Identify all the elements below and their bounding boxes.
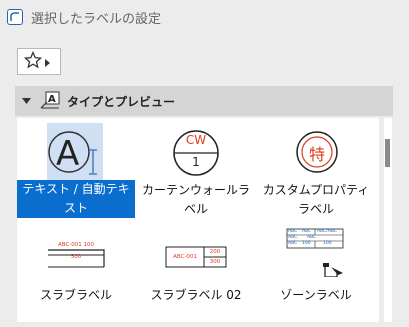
section-title: タイプとプレビュー bbox=[67, 94, 176, 109]
app-icon bbox=[7, 9, 23, 25]
cw-bottom-text: 1 bbox=[192, 155, 200, 169]
item-label: ゾーンラベル bbox=[280, 288, 352, 302]
label-type-text[interactable]: A テキスト / 自動テキスト bbox=[17, 118, 135, 222]
zone-cell-2: ABC/ABC bbox=[317, 229, 337, 234]
dropdown-arrow-icon bbox=[45, 52, 51, 71]
zone-cell-5: ABC bbox=[288, 241, 298, 246]
vertical-scrollbar[interactable] bbox=[384, 118, 392, 322]
favorites-button[interactable] bbox=[17, 48, 61, 75]
item-label: カーテンウォールラベル bbox=[141, 183, 250, 216]
text-label-icon: A bbox=[48, 131, 97, 175]
label-type-icon: A bbox=[39, 90, 61, 113]
item-label: スラブラベル 02 bbox=[150, 288, 242, 302]
custom-property-symbol: 特 bbox=[308, 145, 325, 164]
label-type-slab[interactable]: ABC-001 100 300 スラブラベル bbox=[17, 226, 135, 322]
window-titlebar: 選択したラベルの設定 bbox=[0, 0, 409, 34]
label-type-grid: A テキスト / 自動テキスト CW 1 カーテンウォールラベル 特 カスタムプ… bbox=[17, 118, 379, 322]
scrollbar-thumb[interactable] bbox=[385, 139, 390, 167]
zone-cell-3: ABC bbox=[288, 235, 298, 240]
label-type-zone[interactable]: ABC ABC ABC/ABC ABC ABC ABC 100 100 ゾーンラ… bbox=[257, 226, 375, 322]
zone-cell-1: ABC bbox=[302, 229, 312, 234]
item-label: スラブラベル bbox=[39, 288, 112, 302]
item-label: カスタムプロパティラベル bbox=[262, 183, 370, 216]
cw-top-text: CW bbox=[185, 133, 207, 147]
svg-text:A: A bbox=[56, 134, 79, 174]
star-icon bbox=[23, 50, 43, 73]
zone-cell-0: ABC bbox=[288, 229, 298, 234]
slab02-right-top-text: 200 bbox=[209, 249, 221, 255]
label-type-custom-property[interactable]: 特 カスタムプロパティラベル bbox=[257, 118, 375, 222]
zone-cell-7: 100 bbox=[323, 241, 332, 246]
slab02-left-text: ABC-001 bbox=[173, 254, 197, 260]
slab-top-text: ABC-001 100 bbox=[57, 242, 94, 248]
window-title: 選択したラベルの設定 bbox=[31, 11, 162, 27]
collapse-triangle-icon[interactable] bbox=[22, 94, 31, 108]
slab02-right-bottom-text: 300 bbox=[209, 259, 221, 265]
svg-text:A: A bbox=[48, 94, 56, 105]
zone-cell-6: 100 bbox=[302, 241, 311, 246]
label-type-curtain-wall[interactable]: CW 1 カーテンウォールラベル bbox=[137, 118, 255, 222]
section-type-preview[interactable]: A タイプとプレビュー bbox=[15, 86, 393, 116]
zone-cell-4: ABC bbox=[307, 235, 317, 240]
item-label: テキスト / 自動テキスト bbox=[17, 180, 135, 218]
slab-bottom-text: 300 bbox=[70, 254, 82, 260]
label-type-slab-02[interactable]: ABC-001 200 300 スラブラベル 02 bbox=[137, 226, 255, 322]
